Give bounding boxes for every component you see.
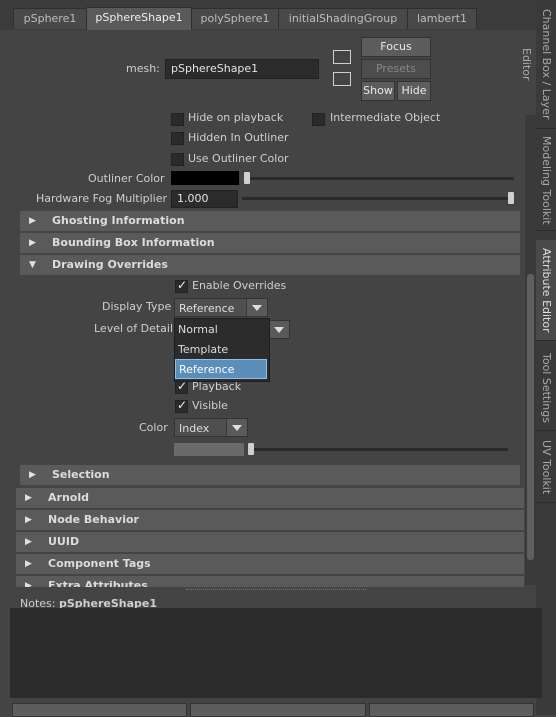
tab-initialshadinggroup[interactable]: initialShadingGroup: [278, 8, 408, 29]
outliner-color-swatch[interactable]: [171, 171, 239, 185]
section-bounding-box[interactable]: ▶ Bounding Box Information: [20, 233, 520, 253]
fog-slider-track[interactable]: [242, 197, 514, 200]
expand-triangle-icon: ▶: [25, 537, 32, 547]
show-button[interactable]: Show: [361, 81, 395, 101]
color-label: Color: [139, 421, 168, 434]
section-component-tags[interactable]: ▶ Component Tags: [16, 554, 524, 574]
hide-button[interactable]: Hide: [397, 81, 431, 101]
visible-label: Visible: [192, 399, 228, 412]
menu-item-reference[interactable]: Reference: [175, 359, 267, 379]
expand-triangle-icon: ▶: [29, 238, 36, 248]
hide-on-playback-checkbox[interactable]: [171, 113, 184, 126]
hidden-in-outliner-label: Hidden In Outliner: [188, 131, 289, 144]
expand-triangle-icon: ▶: [25, 515, 32, 525]
display-type-dropdown[interactable]: Reference: [174, 298, 268, 317]
section-title: Extra Attributes: [48, 579, 148, 587]
expand-triangle-icon: ▶: [25, 581, 32, 587]
fog-multiplier-field[interactable]: 1.000: [171, 190, 238, 208]
side-tab-uv-toolkit[interactable]: UV Toolkit: [536, 432, 556, 503]
chevron-down-icon: [268, 321, 289, 338]
expand-triangle-icon: ▶: [25, 493, 32, 503]
tab-lambert1[interactable]: lambert1: [407, 8, 477, 29]
section-title: UUID: [48, 535, 80, 548]
outliner-color-slider-track[interactable]: [246, 177, 514, 180]
section-title: Bounding Box Information: [52, 236, 215, 249]
expand-triangle-icon: ▶: [29, 470, 36, 480]
visible-checkbox[interactable]: [175, 398, 188, 413]
fog-multiplier-label: Hardware Fog Multiplier: [36, 192, 168, 205]
expand-triangle-icon: ▶: [29, 216, 36, 226]
section-ghosting-information[interactable]: ▶ Ghosting Information: [20, 211, 520, 231]
intermediate-object-checkbox[interactable]: [312, 113, 325, 126]
tab-psphere1[interactable]: pSphere1: [13, 8, 87, 29]
outliner-color-slider-handle[interactable]: [244, 172, 250, 184]
side-tab-tool-settings[interactable]: Tool Settings: [536, 345, 556, 431]
tab-bar: pSphere1 pSphereShape1 polySphere1 initi…: [0, 0, 536, 30]
section-extra-attributes[interactable]: ▶ Extra Attributes: [16, 576, 524, 587]
presets-button[interactable]: Presets: [361, 59, 431, 79]
section-title: Component Tags: [48, 557, 151, 570]
tab-psphereshape1[interactable]: pSphereShape1: [86, 7, 192, 30]
expand-triangle-icon: ▶: [25, 559, 32, 569]
notes-textarea[interactable]: [10, 608, 542, 698]
chevron-down-icon: [226, 419, 247, 436]
hidden-in-outliner-checkbox[interactable]: [171, 132, 184, 145]
intermediate-object-label: Intermediate Object: [330, 113, 441, 124]
color-slider-track[interactable]: [250, 448, 508, 451]
menu-item-normal[interactable]: Normal: [175, 320, 267, 340]
display-type-label: Display Type: [102, 300, 172, 313]
playback-checkbox[interactable]: [175, 379, 188, 394]
use-outliner-color-checkbox[interactable]: [171, 153, 184, 166]
side-tab-channel-box[interactable]: Channel Box / Layer Editor: [520, 0, 556, 129]
section-uuid[interactable]: ▶ UUID: [16, 532, 524, 552]
tab-polysphere1[interactable]: polySphere1: [191, 8, 279, 29]
color-value: Index: [179, 422, 210, 435]
level-of-detail-dropdown[interactable]: [268, 320, 290, 339]
focus-button[interactable]: Focus: [361, 37, 431, 57]
outliner-color-label: Outliner Color: [88, 172, 165, 185]
load-output-icon[interactable]: [333, 72, 351, 86]
resize-handle[interactable]: [186, 589, 366, 592]
section-title: Ghosting Information: [52, 214, 185, 227]
level-of-detail-label: Level of Detail: [94, 322, 174, 335]
enable-overrides-label: Enable Overrides: [192, 279, 287, 292]
mesh-label: mesh:: [126, 62, 160, 75]
section-title: Arnold: [48, 491, 89, 504]
chevron-down-icon: [246, 299, 267, 316]
side-tab-attribute-editor[interactable]: Attribute Editor: [536, 240, 556, 341]
scrollbar-thumb[interactable]: [527, 274, 534, 560]
color-index-swatch[interactable]: [174, 443, 244, 456]
section-selection[interactable]: ▶ Selection: [20, 465, 520, 485]
section-node-behavior[interactable]: ▶ Node Behavior: [16, 510, 524, 530]
load-input-icon[interactable]: [333, 50, 351, 64]
color-slider-handle[interactable]: [248, 443, 254, 455]
enable-overrides-checkbox[interactable]: [175, 278, 188, 293]
section-arnold[interactable]: ▶ Arnold: [16, 488, 524, 508]
side-tab-modeling-toolkit[interactable]: Modeling Toolkit: [536, 130, 556, 231]
section-title: Drawing Overrides: [52, 258, 168, 271]
display-type-menu: Normal Template Reference: [174, 318, 270, 382]
menu-item-template[interactable]: Template: [175, 340, 267, 360]
mesh-name-field[interactable]: pSphereShape1: [165, 59, 319, 79]
use-outliner-color-label: Use Outliner Color: [188, 152, 289, 165]
section-title: Node Behavior: [48, 513, 139, 526]
color-dropdown[interactable]: Index: [174, 418, 248, 437]
collapse-triangle-icon: ▼: [29, 260, 36, 270]
fog-slider-handle[interactable]: [508, 192, 514, 204]
hide-on-playback-label: Hide on playback: [188, 113, 284, 124]
section-title: Selection: [52, 468, 110, 481]
display-type-value: Reference: [179, 302, 235, 315]
section-drawing-overrides[interactable]: ▼ Drawing Overrides: [20, 255, 520, 275]
